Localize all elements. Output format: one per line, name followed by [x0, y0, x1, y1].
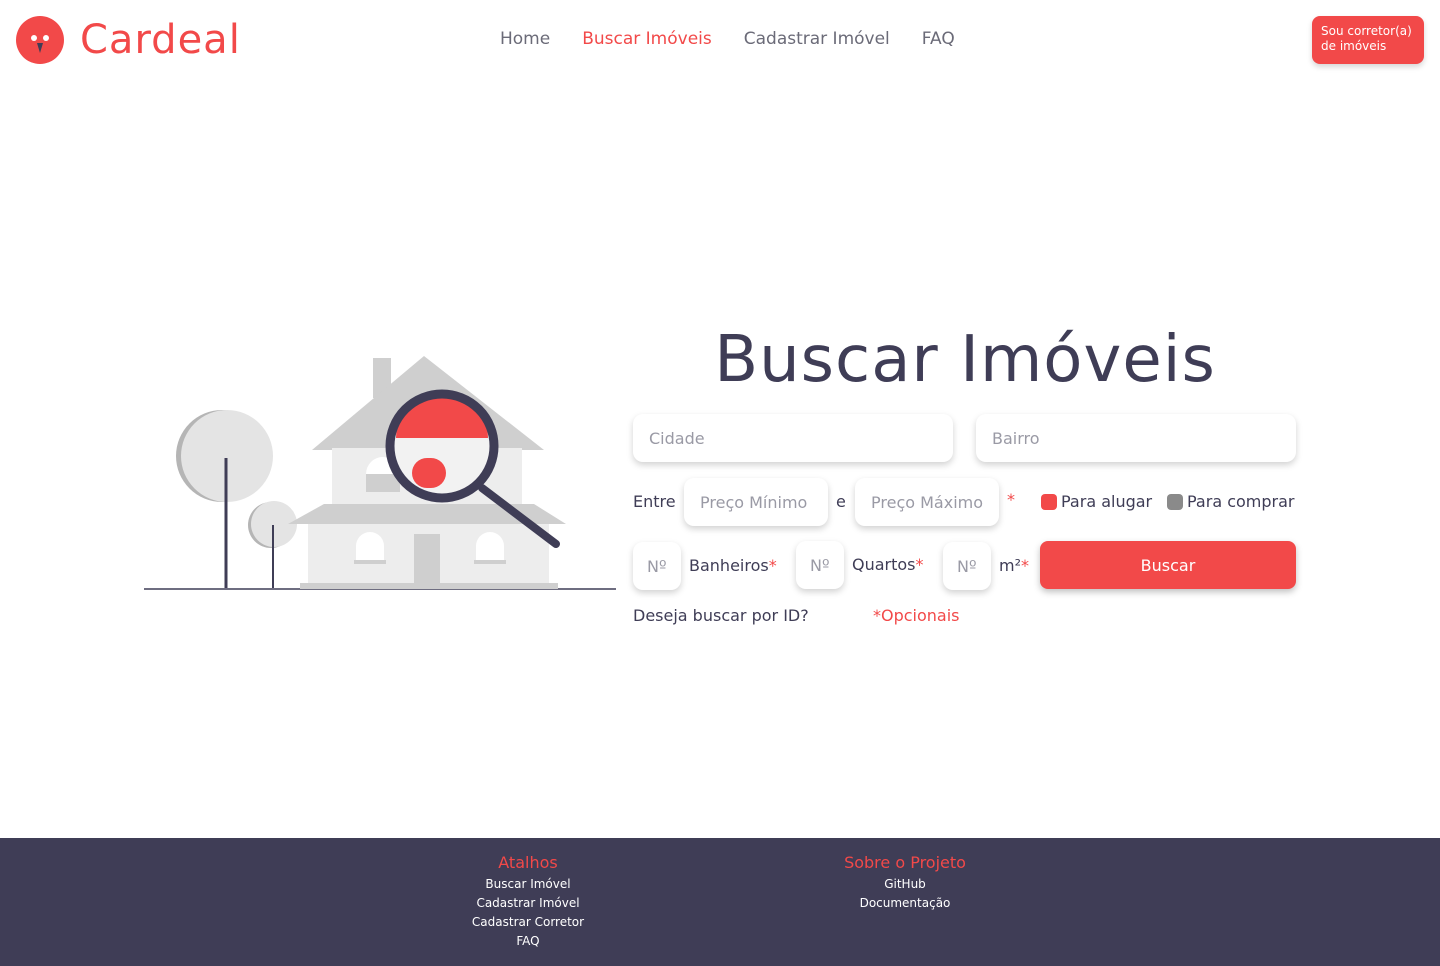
- nav-faq[interactable]: FAQ: [922, 28, 955, 50]
- footer-link-cadastrar-corretor[interactable]: Cadastrar Corretor: [428, 913, 628, 932]
- brand-name: Cardeal: [80, 17, 241, 63]
- buy-checkbox[interactable]: [1167, 494, 1183, 510]
- footer-link-faq[interactable]: FAQ: [428, 932, 628, 951]
- bedrooms-input[interactable]: [796, 541, 844, 589]
- rent-label[interactable]: Para alugar: [1061, 492, 1152, 512]
- footer: Atalhos Buscar Imóvel Cadastrar Imóvel C…: [0, 838, 1440, 966]
- nav-buscar-imoveis[interactable]: Buscar Imóveis: [582, 28, 712, 50]
- footer-about: Sobre o Projeto GitHub Documentação: [805, 852, 1005, 913]
- cardinal-logo-icon: [16, 16, 64, 64]
- search-button[interactable]: Buscar: [1040, 541, 1296, 589]
- footer-shortcuts-title: Atalhos: [498, 853, 558, 872]
- bedrooms-label: Quartos*: [852, 555, 924, 574]
- footer-link-buscar-imovel[interactable]: Buscar Imóvel: [428, 875, 628, 894]
- city-input[interactable]: [633, 414, 953, 462]
- search-by-id-link[interactable]: Deseja buscar por ID?: [633, 606, 809, 626]
- footer-link-cadastrar-imovel[interactable]: Cadastrar Imóvel: [428, 894, 628, 913]
- logo[interactable]: Cardeal: [16, 16, 241, 64]
- footer-link-documentacao[interactable]: Documentação: [805, 894, 1005, 913]
- area-input[interactable]: [943, 542, 991, 590]
- bathrooms-input[interactable]: [633, 542, 681, 590]
- footer-link-github[interactable]: GitHub: [805, 875, 1005, 894]
- nav-home[interactable]: Home: [500, 28, 550, 50]
- buy-label[interactable]: Para comprar: [1187, 492, 1295, 512]
- broker-button[interactable]: Sou corretor(a) de imóveis: [1312, 16, 1424, 64]
- rent-checkbox[interactable]: [1041, 494, 1057, 510]
- footer-shortcuts: Atalhos Buscar Imóvel Cadastrar Imóvel C…: [428, 852, 628, 951]
- optional-note: *Opcionais: [873, 606, 960, 625]
- page-title: Buscar Imóveis: [714, 323, 1216, 397]
- nav-cadastrar-imovel[interactable]: Cadastrar Imóvel: [744, 28, 890, 50]
- main-nav: Home Buscar Imóveis Cadastrar Imóvel FAQ: [484, 28, 971, 50]
- bathrooms-label: Banheiros*: [689, 556, 777, 575]
- neighborhood-input[interactable]: [976, 414, 1296, 462]
- max-price-input[interactable]: [855, 478, 999, 526]
- house-search-illustration: [144, 356, 616, 590]
- footer-about-title: Sobre o Projeto: [844, 853, 966, 872]
- required-marker: *: [1007, 490, 1015, 509]
- and-label: e: [836, 492, 846, 511]
- between-label: Entre: [633, 492, 676, 511]
- min-price-input[interactable]: [684, 478, 828, 526]
- area-label: m²*: [999, 556, 1029, 575]
